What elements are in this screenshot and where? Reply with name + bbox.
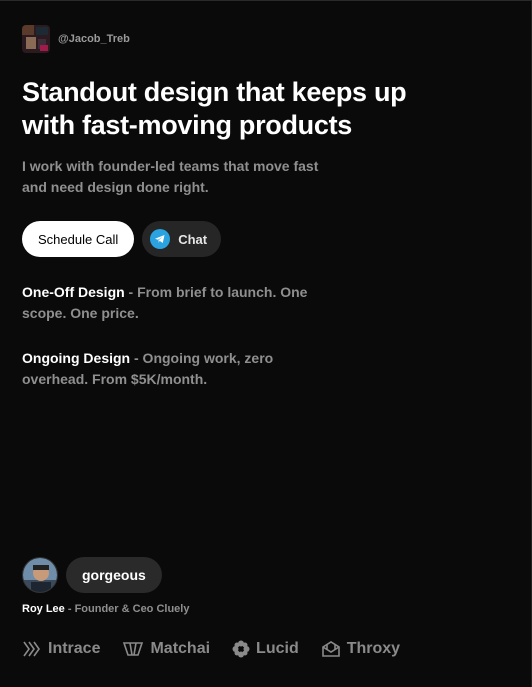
offer-one-off: One-Off Design - From brief to launch. O… bbox=[22, 282, 322, 324]
logo-label: Lucid bbox=[256, 640, 299, 657]
offer-label: One-Off Design bbox=[22, 284, 125, 300]
hero-subhead: I work with founder-led teams that move … bbox=[22, 158, 319, 195]
testimonial-attribution: Roy Lee - Founder & Ceo Cluely bbox=[22, 603, 189, 615]
logo-intrace: Intrace bbox=[22, 640, 100, 658]
testimonial-quote: gorgeous bbox=[66, 557, 162, 593]
lucid-icon bbox=[232, 640, 250, 658]
testimonial: gorgeous bbox=[22, 557, 162, 593]
logo-label: Matchai bbox=[150, 640, 211, 657]
offer-ongoing: Ongoing Design - Ongoing work, zero over… bbox=[22, 348, 322, 390]
hero-headline: Standout design that keeps up with fast-… bbox=[22, 77, 407, 140]
logo-label: Throxy bbox=[346, 640, 401, 657]
logo-throxy: Throxy bbox=[321, 640, 400, 658]
schedule-call-button[interactable]: Schedule Call bbox=[22, 221, 135, 257]
intrace-icon bbox=[22, 640, 42, 658]
testimonial-name: Roy Lee bbox=[22, 603, 65, 615]
telegram-icon bbox=[150, 229, 171, 249]
chat-button-label: Chat bbox=[178, 231, 208, 247]
testimonial-role: - Founder & Ceo Cluely bbox=[64, 603, 190, 615]
offer-label: Ongoing Design bbox=[22, 350, 131, 366]
throxy-icon bbox=[321, 640, 341, 658]
cta-row: Schedule Call Chat bbox=[22, 221, 222, 257]
profile-header: @Jacob_Treb bbox=[22, 25, 130, 53]
profile-avatar[interactable] bbox=[22, 25, 50, 53]
logo-lucid: Lucid bbox=[232, 640, 299, 658]
chat-button[interactable]: Chat bbox=[142, 221, 222, 257]
logo-label: Intrace bbox=[48, 640, 101, 657]
testimonial-avatar bbox=[22, 557, 58, 593]
profile-handle[interactable]: @Jacob_Treb bbox=[58, 33, 130, 45]
logo-matchai: Matchai bbox=[122, 640, 210, 658]
client-logos: Intrace Matchai Lucid Throxy bbox=[22, 640, 400, 658]
matchai-icon bbox=[122, 641, 144, 657]
